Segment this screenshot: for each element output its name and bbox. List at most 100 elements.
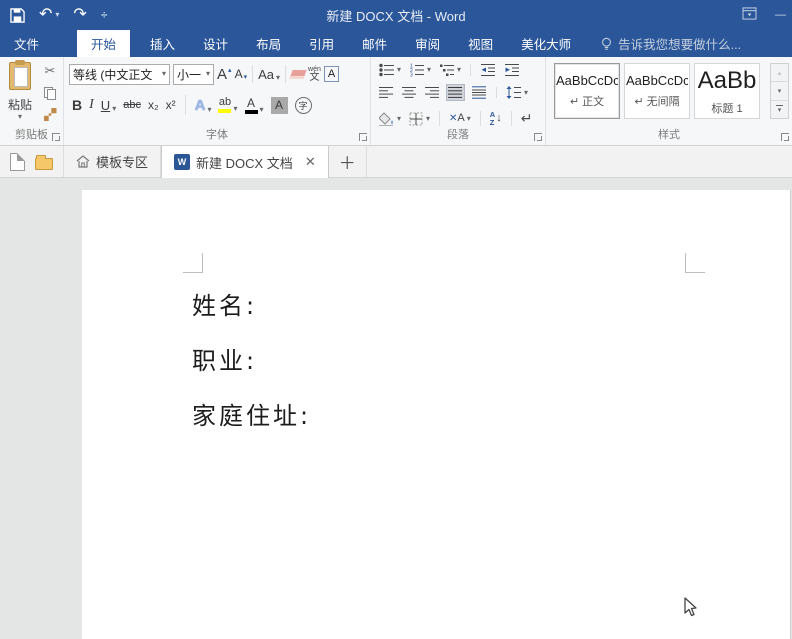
tab-references[interactable]: 引用 bbox=[295, 30, 348, 57]
bullets-button[interactable]: ▾ bbox=[378, 62, 402, 78]
ribbon-display-options-icon[interactable] bbox=[742, 7, 757, 23]
tab-view[interactable]: 视图 bbox=[454, 30, 507, 57]
styles-scroll-up-icon[interactable]: ▴ bbox=[771, 64, 788, 82]
font-name-combo[interactable]: 等线 (中文正文 ▾ bbox=[69, 64, 170, 85]
numbering-button[interactable]: 123 ▾ bbox=[408, 62, 432, 78]
styles-gallery-scrollbar[interactable]: ▴ ▾ ▾ bbox=[770, 63, 789, 119]
paste-dropdown-icon[interactable]: ▾ bbox=[18, 113, 22, 121]
borders-button[interactable]: ▾ bbox=[408, 111, 431, 127]
window-title: 新建 DOCX 文档 - Word bbox=[0, 0, 792, 30]
tab-review[interactable]: 审阅 bbox=[401, 30, 454, 57]
font-color-swatch bbox=[245, 110, 258, 114]
align-right-button[interactable] bbox=[424, 85, 441, 100]
font-group: 等线 (中文正文 ▾ 小一 ▾ A▴ A▾ Aa▾ wén 文 A B I U▾… bbox=[64, 57, 371, 145]
font-size-dropdown-icon: ▾ bbox=[206, 70, 210, 78]
paragraph-group: ▾ 123 ▾ ▾ bbox=[371, 57, 546, 145]
tab-template-zone[interactable]: 模板专区 bbox=[64, 146, 161, 177]
minimize-button[interactable]: — bbox=[775, 9, 786, 21]
align-center-button[interactable] bbox=[401, 85, 418, 100]
styles-dialog-launcher[interactable] bbox=[781, 133, 789, 141]
enclose-characters-button[interactable]: 字 bbox=[295, 97, 312, 114]
styles-group-label: 样式 bbox=[546, 126, 792, 142]
word-file-icon: W bbox=[174, 154, 190, 170]
highlight-color-swatch bbox=[218, 109, 231, 113]
character-border-button[interactable]: A bbox=[324, 66, 339, 82]
italic-button[interactable]: I bbox=[89, 97, 94, 113]
text-effects-button[interactable]: A▾ bbox=[195, 97, 212, 114]
grow-font-button[interactable]: A▴ bbox=[217, 66, 232, 83]
asian-layout-button[interactable]: ✕ A ▾ bbox=[448, 112, 472, 125]
underline-button[interactable]: U▾ bbox=[101, 98, 116, 113]
justify-button[interactable] bbox=[447, 85, 464, 100]
paragraph-group-label: 段落 bbox=[371, 126, 545, 142]
margin-corner-mark-right bbox=[685, 253, 705, 273]
paragraph-dialog-launcher[interactable] bbox=[534, 133, 542, 141]
tab-insert[interactable]: 插入 bbox=[136, 30, 189, 57]
font-group-label: 字体 bbox=[64, 126, 370, 142]
tab-document-label: 新建 DOCX 文档 bbox=[196, 153, 293, 172]
line-spacing-button[interactable]: ▾ bbox=[505, 85, 529, 100]
new-document-icon[interactable] bbox=[10, 153, 25, 171]
tab-file[interactable]: 文件 bbox=[0, 30, 53, 57]
clipboard-group: 粘贴 ▾ ✂ 剪贴板 bbox=[0, 57, 64, 145]
format-painter-icon[interactable] bbox=[44, 108, 57, 121]
lightbulb-icon bbox=[601, 37, 612, 51]
styles-group: AaBbCcDc ↵ 正文 AaBbCcDc ↵ 无间隔 AaBb 标题 1 ▴… bbox=[546, 57, 792, 145]
copy-icon[interactable] bbox=[44, 87, 56, 100]
home-icon bbox=[76, 155, 90, 168]
shrink-font-button[interactable]: A▾ bbox=[235, 67, 248, 81]
tab-beautify[interactable]: 美化大师 bbox=[507, 30, 585, 57]
clear-formatting-icon[interactable] bbox=[289, 70, 306, 79]
document-area: 姓名: 职业: 家庭住址: bbox=[0, 178, 792, 639]
phonetic-guide-button[interactable]: wén 文 bbox=[308, 66, 321, 83]
tell-me-box[interactable]: 告诉我您想要做什么... bbox=[601, 30, 741, 57]
styles-gallery-more-icon[interactable]: ▾ bbox=[771, 101, 788, 118]
style-card-heading1[interactable]: AaBb 标题 1 bbox=[694, 63, 760, 119]
margin-corner-mark-left bbox=[183, 253, 203, 273]
superscript-button[interactable]: x² bbox=[166, 98, 176, 112]
tab-document-active[interactable]: W 新建 DOCX 文档 ✕ bbox=[161, 146, 329, 178]
shading-button[interactable]: ▾ bbox=[378, 111, 402, 127]
style-card-no-spacing[interactable]: AaBbCcDc ↵ 无间隔 bbox=[624, 63, 690, 119]
highlight-button[interactable]: ab ▾ bbox=[218, 97, 237, 113]
distribute-button[interactable] bbox=[470, 85, 488, 100]
document-line-occupation[interactable]: 职业: bbox=[192, 341, 257, 376]
font-dialog-launcher[interactable] bbox=[359, 133, 367, 141]
document-line-address[interactable]: 家庭住址: bbox=[192, 396, 311, 431]
title-bar: ↶ ▾ ↷ ÷ 新建 DOCX 文档 - Word — bbox=[0, 0, 792, 30]
close-tab-icon[interactable]: ✕ bbox=[305, 154, 316, 170]
tab-layout[interactable]: 布局 bbox=[242, 30, 295, 57]
bold-button[interactable]: B bbox=[72, 97, 82, 113]
document-page[interactable]: 姓名: 职业: 家庭住址: bbox=[82, 190, 791, 639]
ribbon-tab-row: 文件 开始 插入 设计 布局 引用 邮件 审阅 视图 美化大师 告诉我您想要做什… bbox=[0, 30, 792, 57]
clipboard-dialog-launcher[interactable] bbox=[52, 133, 60, 141]
align-left-button[interactable] bbox=[378, 85, 395, 100]
sort-button[interactable]: AZ ↓ bbox=[489, 110, 503, 127]
tab-template-zone-label: 模板专区 bbox=[96, 152, 148, 171]
multilevel-list-button[interactable]: ▾ bbox=[438, 62, 462, 78]
font-name-dropdown-icon: ▾ bbox=[162, 70, 166, 78]
increase-indent-button[interactable] bbox=[503, 62, 521, 78]
subscript-button[interactable]: x₂ bbox=[148, 98, 159, 112]
cut-icon[interactable]: ✂ bbox=[45, 63, 56, 79]
tab-design[interactable]: 设计 bbox=[189, 30, 242, 57]
tell-me-label: 告诉我您想要做什么... bbox=[618, 34, 741, 53]
svg-text:3: 3 bbox=[410, 73, 413, 78]
document-line-name[interactable]: 姓名: bbox=[192, 286, 257, 321]
tab-home[interactable]: 开始 bbox=[77, 30, 130, 57]
document-tab-strip: 模板专区 W 新建 DOCX 文档 ✕ ＋ bbox=[0, 146, 792, 178]
new-tab-button[interactable]: ＋ bbox=[329, 146, 367, 177]
styles-scroll-down-icon[interactable]: ▾ bbox=[771, 82, 788, 100]
font-size-combo[interactable]: 小一 ▾ bbox=[173, 64, 214, 85]
open-folder-icon[interactable] bbox=[35, 158, 53, 170]
strikethrough-button[interactable]: abc bbox=[123, 99, 141, 111]
style-card-normal[interactable]: AaBbCcDc ↵ 正文 bbox=[554, 63, 620, 119]
character-shading-button[interactable]: A bbox=[271, 97, 288, 114]
tab-mailings[interactable]: 邮件 bbox=[348, 30, 401, 57]
font-color-button[interactable]: A ▾ bbox=[245, 97, 264, 114]
decrease-indent-button[interactable] bbox=[479, 62, 497, 78]
paste-button[interactable]: 粘贴 ▾ bbox=[3, 60, 37, 130]
change-case-button[interactable]: Aa▾ bbox=[258, 67, 280, 82]
ribbon: 粘贴 ▾ ✂ 剪贴板 等线 (中文正文 ▾ 小一 ▾ A▴ A▾ Aa▾ bbox=[0, 57, 792, 146]
mouse-cursor-icon bbox=[683, 597, 698, 619]
